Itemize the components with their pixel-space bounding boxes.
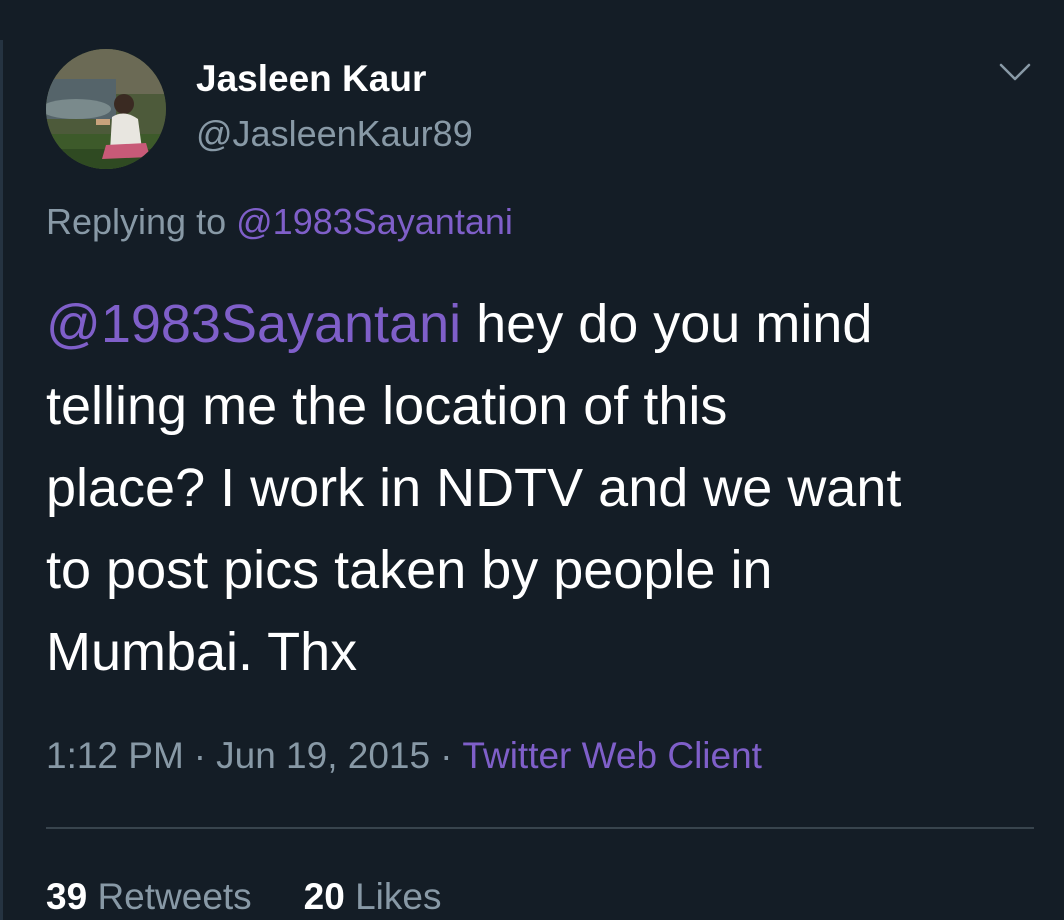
mention-link[interactable]: @1983Sayantani — [46, 294, 461, 354]
tweet-text-line: Mumbai. Thx — [46, 622, 358, 682]
separator: · — [193, 735, 207, 776]
tweet-source-link[interactable]: Twitter Web Client — [462, 735, 762, 776]
tweet-metadata: 1:12 PM · Jun 19, 2015 · Twitter Web Client — [46, 733, 762, 779]
likes-stat[interactable]: 20 Likes — [304, 874, 442, 920]
tweet-text: @1983Sayantani hey do you mind telling m… — [46, 283, 1046, 693]
tweet-text-line: @1983Sayantani hey do you mind — [46, 283, 1046, 365]
replying-prefix: Replying to — [46, 201, 227, 242]
tweet-detail: Jasleen Kaur @JasleenKaur89 Replying to … — [0, 0, 1064, 920]
avatar-photo — [46, 49, 166, 169]
replying-to: Replying to @1983Sayantani — [46, 200, 513, 244]
display-name[interactable]: Jasleen Kaur — [196, 57, 426, 101]
tweet-time[interactable]: 1:12 PM — [46, 735, 184, 776]
tweet-date[interactable]: Jun 19, 2015 — [216, 735, 430, 776]
tweet-text-line: telling me the location of this — [46, 376, 728, 436]
tweet-stats: 39 Retweets 20 Likes — [46, 874, 442, 920]
retweets-label: Retweets — [97, 876, 252, 917]
tweet-text-segment: hey do you mind — [461, 294, 873, 354]
tweet-menu-button[interactable] — [994, 56, 1036, 90]
divider — [46, 827, 1034, 829]
separator: · — [440, 735, 453, 776]
replying-to-link[interactable]: @1983Sayantani — [236, 201, 513, 242]
avatar[interactable] — [46, 49, 166, 169]
retweet-count: 39 — [46, 876, 88, 917]
tweet-text-line: to post pics taken by people in — [46, 540, 773, 600]
tweet-text-line: place? I work in NDTV and we want — [46, 458, 902, 518]
like-count: 20 — [303, 876, 345, 917]
user-handle[interactable]: @JasleenKaur89 — [196, 113, 473, 155]
likes-label: Likes — [355, 876, 442, 917]
retweets-stat[interactable]: 39 Retweets — [46, 874, 252, 920]
timeline-rule — [0, 40, 3, 920]
chevron-down-icon — [999, 63, 1031, 81]
